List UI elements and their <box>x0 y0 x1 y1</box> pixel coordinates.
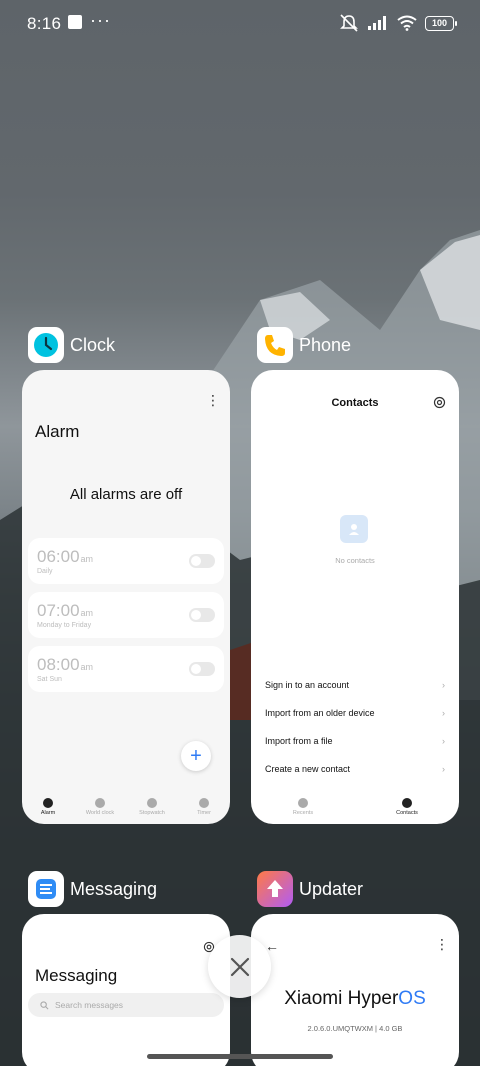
updater-app-name: Updater <box>299 878 364 899</box>
messaging-recent-card[interactable]: Messaging Search messages <box>22 914 230 1066</box>
messaging-title: Messaging <box>35 966 118 985</box>
more-options-icon: ⋮ <box>435 936 449 952</box>
tab-stopwatch: Stopwatch <box>126 790 178 824</box>
search-messages-field: Search messages <box>28 993 224 1017</box>
more-options-icon: ⋮ <box>206 392 220 408</box>
alarm-row: 08:00am Sat Sun <box>28 646 224 692</box>
world-clock-icon <box>95 798 105 808</box>
no-contacts-text: No contacts <box>335 556 375 565</box>
action-label: Import from a file <box>265 736 333 746</box>
settings-gear-icon <box>433 396 446 409</box>
alarm-title: Alarm <box>35 422 80 441</box>
search-placeholder: Search messages <box>55 1000 124 1010</box>
action-label: Sign in to an account <box>265 680 350 690</box>
signal-icon <box>368 16 386 30</box>
chevron-right-icon: › <box>442 736 445 746</box>
phone-recent-card[interactable]: Contacts No contacts Sign in to an accou… <box>251 370 459 824</box>
alarm-toggle <box>189 662 215 676</box>
alarm-icon <box>43 798 53 808</box>
hyperos-logo-text: Xiaomi HyperOS <box>251 988 459 1010</box>
clock-app-header[interactable]: Clock <box>28 327 115 363</box>
tab-label: World clock <box>85 810 115 816</box>
updater-app-icon <box>257 871 293 907</box>
updater-app-header[interactable]: Updater <box>257 871 363 907</box>
mute-icon <box>340 14 358 32</box>
contacts-title: Contacts <box>331 397 379 409</box>
contact-action-row: Sign in to an account › <box>265 680 445 690</box>
timer-icon <box>199 798 209 808</box>
brand-text: Xiaomi Hyper <box>284 988 399 1009</box>
contact-action-row: Import from an older device › <box>265 708 445 718</box>
clock-recent-card[interactable]: ⋮ Alarm All alarms are off 06:00am Daily… <box>22 370 230 824</box>
alarm-repeat: Sat Sun <box>37 676 62 683</box>
contact-action-row: Create a new contact › <box>265 764 445 774</box>
close-icon <box>230 957 249 976</box>
clear-all-button[interactable] <box>208 935 271 998</box>
tab-contacts: Contacts <box>355 790 459 824</box>
notification-icon <box>68 15 82 29</box>
battery-icon: 100 <box>425 15 457 31</box>
phone-icon <box>298 798 308 808</box>
battery-level: 100 <box>431 18 448 28</box>
brand-accent-text: OS <box>398 988 426 1009</box>
clock-app-icon <box>28 327 64 363</box>
messaging-app-icon <box>28 871 64 907</box>
add-alarm-icon: + <box>181 741 211 771</box>
stopwatch-icon <box>147 798 157 808</box>
messaging-app-header[interactable]: Messaging <box>28 871 157 907</box>
alarm-time: 08:00 <box>37 655 80 674</box>
chevron-right-icon: › <box>442 680 445 690</box>
search-icon <box>40 1000 49 1009</box>
updater-recent-card[interactable]: ← ⋮ Xiaomi HyperOS 2.0.6.0.UMQTWXM | 4.0… <box>251 914 459 1066</box>
person-icon <box>402 798 412 808</box>
tab-label: Recents <box>292 810 314 816</box>
tab-alarm: Alarm <box>22 790 74 824</box>
messaging-app-name: Messaging <box>70 878 158 899</box>
alarm-time: 06:00 <box>37 547 80 566</box>
status-bar: 8:16 ··· 100 <box>0 0 480 48</box>
tab-timer: Timer <box>178 790 230 824</box>
contact-action-row: Import from a file › <box>265 736 445 746</box>
alarm-ampm: am <box>80 608 94 618</box>
tab-label: Timer <box>197 810 211 816</box>
alarm-toggle <box>189 554 215 568</box>
phone-app-icon <box>257 327 293 363</box>
tab-label: Stopwatch <box>139 810 165 816</box>
clock-app-name: Clock <box>70 334 116 355</box>
alarm-time: 07:00 <box>37 601 80 620</box>
action-label: Create a new contact <box>265 764 351 774</box>
alarm-repeat: Monday to Friday <box>37 622 92 629</box>
alarm-row: 07:00am Monday to Friday <box>28 592 224 638</box>
alarm-row: 06:00am Daily <box>28 538 224 584</box>
version-info: 2.0.6.0.UMQTWXM | 4.0 GB <box>307 1024 403 1033</box>
chevron-right-icon: › <box>442 764 445 774</box>
alarm-ampm: am <box>80 662 94 672</box>
empty-contacts-icon <box>340 515 368 543</box>
alarm-toggle <box>189 608 215 622</box>
status-time: 8:16 <box>27 14 62 33</box>
clock-tab-bar: Alarm World clock Stopwatch Timer <box>22 790 230 824</box>
tab-recents: Recents <box>251 790 355 824</box>
alarms-off-message: All alarms are off <box>69 486 183 503</box>
phone-app-header[interactable]: Phone <box>257 327 351 363</box>
more-notifications-icon: ··· <box>90 10 111 30</box>
alarm-ampm: am <box>80 554 94 564</box>
alarm-repeat: Daily <box>37 568 53 575</box>
tab-label: Contacts <box>396 810 418 816</box>
phone-tab-bar: Recents Contacts <box>251 790 459 824</box>
wifi-icon <box>397 15 417 31</box>
home-gesture-bar[interactable] <box>147 1054 333 1059</box>
tab-label: Alarm <box>40 810 56 816</box>
action-label: Import from an older device <box>265 708 375 718</box>
chevron-right-icon: › <box>442 708 445 718</box>
phone-app-name: Phone <box>299 334 352 355</box>
tab-world-clock: World clock <box>74 790 126 824</box>
